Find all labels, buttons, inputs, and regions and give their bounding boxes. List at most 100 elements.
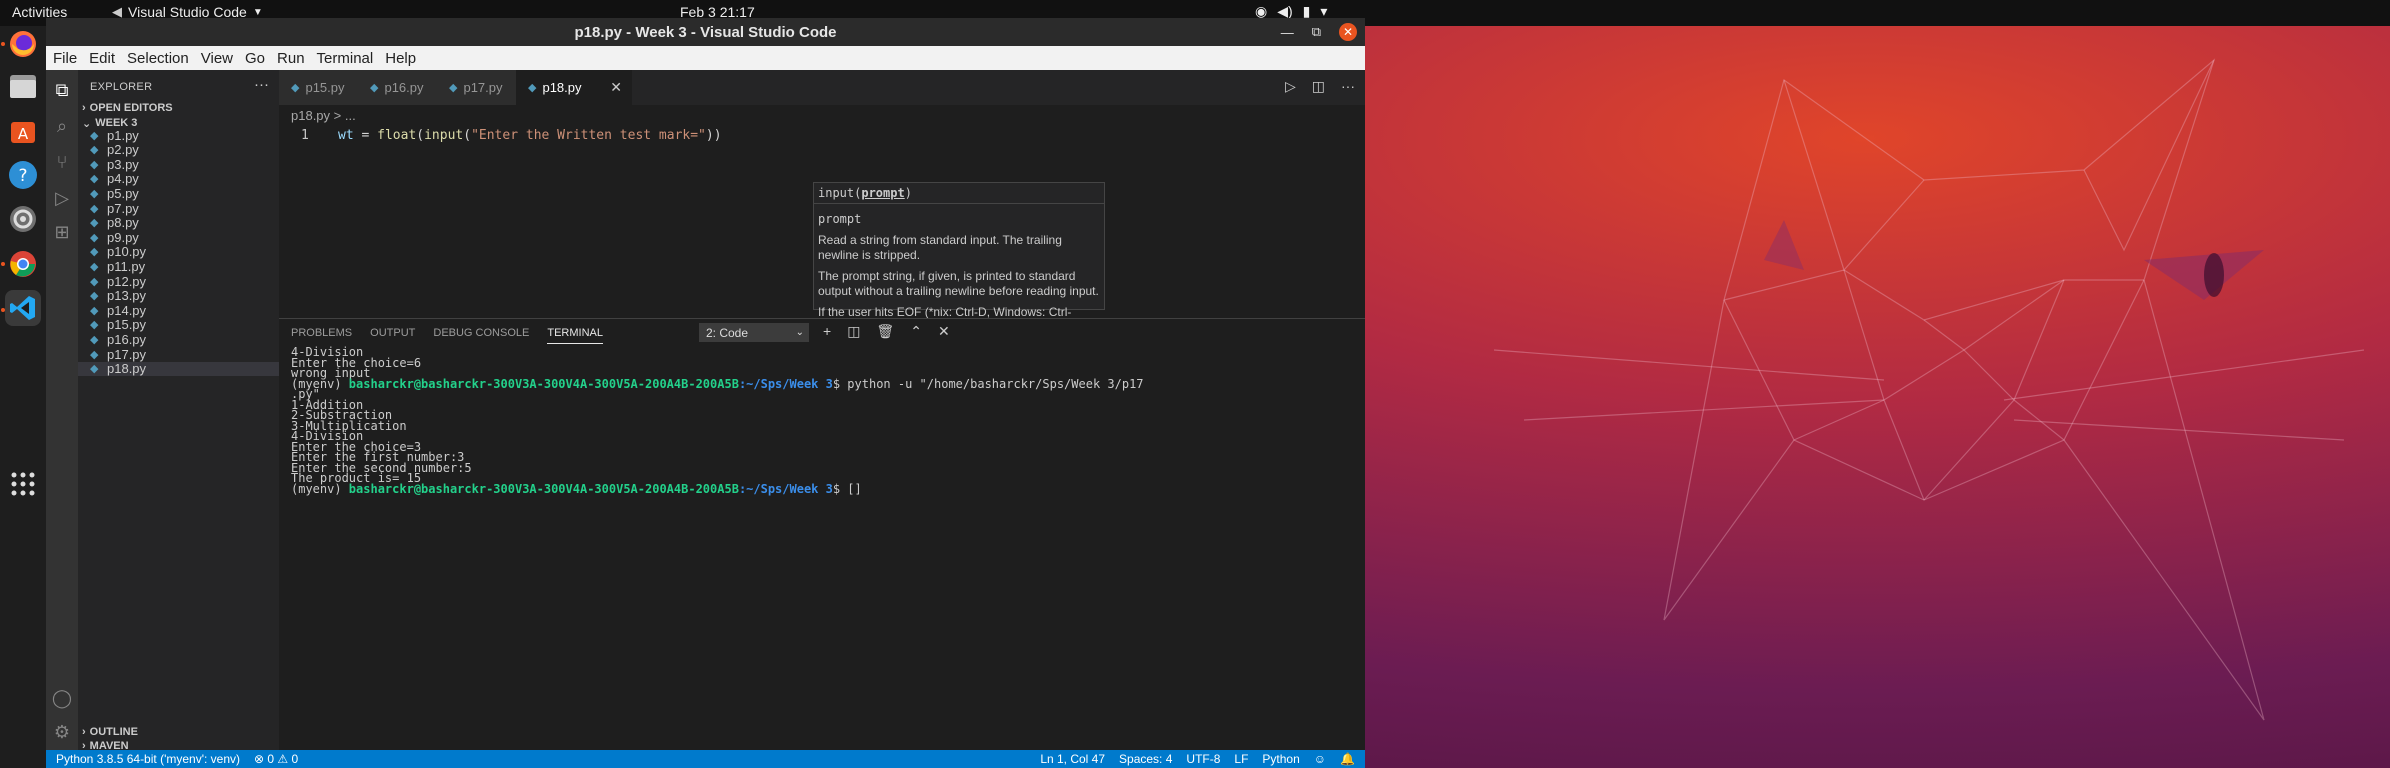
python-file-icon: ◆ bbox=[291, 82, 300, 94]
python-interpreter[interactable]: Python 3.8.5 64-bit ('myenv': venv) bbox=[56, 752, 240, 766]
file-item[interactable]: ◆ p15.py bbox=[78, 317, 279, 332]
split-terminal-icon[interactable]: ◫ bbox=[847, 323, 860, 340]
menu-run[interactable]: Run bbox=[276, 50, 306, 67]
problems-count[interactable]: ⊗ 0 ⚠ 0 bbox=[254, 752, 298, 766]
chrome-icon[interactable] bbox=[5, 246, 41, 282]
terminal-line: .py" bbox=[291, 387, 320, 401]
search-icon[interactable]: ⌕ bbox=[52, 116, 72, 136]
python-file-icon: ◆ bbox=[90, 231, 99, 244]
terminal-prompt-line: (myenv) basharckr@basharckr-300V3A-300V4… bbox=[291, 376, 1144, 391]
file-item[interactable]: ◆ p4.py bbox=[78, 171, 279, 187]
extensions-icon[interactable]: ⊞ bbox=[52, 222, 72, 242]
files-icon[interactable] bbox=[5, 68, 41, 104]
file-item[interactable]: ◆ p7.py bbox=[78, 201, 279, 216]
code-text[interactable]: wt = float(input("Enter the Written test… bbox=[338, 128, 722, 143]
close-window-button[interactable]: ✕ bbox=[1339, 23, 1357, 41]
menu-help[interactable]: Help bbox=[384, 50, 417, 67]
file-item[interactable]: ◆ p9.py bbox=[78, 230, 279, 245]
close-tab-icon[interactable]: ✕ bbox=[610, 79, 622, 96]
file-item[interactable]: ◆ p3.py bbox=[78, 156, 279, 172]
prompt-command: $ python -u "/home/basharckr/Sps/Week 3/… bbox=[832, 376, 1144, 391]
dock: A ? bbox=[0, 26, 46, 768]
menu-go[interactable]: Go bbox=[244, 50, 266, 67]
code-eq: = bbox=[353, 128, 378, 143]
menu-edit[interactable]: Edit bbox=[88, 50, 116, 67]
file-item[interactable]: ◆ p10.py bbox=[78, 244, 279, 259]
feedback-icon[interactable]: ☺ bbox=[1314, 752, 1326, 766]
breadcrumb[interactable]: p18.py > ... bbox=[291, 108, 356, 123]
indentation[interactable]: Spaces: 4 bbox=[1119, 752, 1172, 766]
accounts-icon[interactable]: ◯ bbox=[52, 688, 72, 708]
editor-actions: ▷ ◫ ··· bbox=[1285, 78, 1355, 95]
maximize-panel-icon[interactable]: ⌃ bbox=[910, 323, 922, 340]
file-label: p11.py bbox=[107, 258, 146, 274]
python-file-icon: ◆ bbox=[370, 82, 379, 94]
run-python-file-icon[interactable]: ▷ bbox=[1285, 78, 1296, 95]
close-panel-icon[interactable]: ✕ bbox=[938, 323, 950, 340]
file-item[interactable]: ◆ p14.py bbox=[78, 303, 279, 318]
terminal-output[interactable]: 4-Division Enter the choice=6 wrong input(… bbox=[291, 346, 1144, 496]
more-actions-icon[interactable]: ··· bbox=[1341, 78, 1355, 95]
prompt-env: (myenv) bbox=[291, 481, 349, 496]
menu-terminal[interactable]: Terminal bbox=[316, 50, 375, 67]
menu-selection[interactable]: Selection bbox=[126, 50, 190, 67]
file-item[interactable]: ◆ p5.py bbox=[78, 186, 279, 201]
file-item[interactable]: ◆ p2.py bbox=[78, 142, 279, 157]
run-debug-icon[interactable]: ▷ bbox=[52, 188, 72, 208]
menu-file[interactable]: File bbox=[52, 50, 78, 67]
source-control-icon[interactable]: ⑂ bbox=[52, 152, 72, 172]
python-file-icon: ◆ bbox=[90, 363, 99, 376]
notifications-icon[interactable]: 🔔 bbox=[1340, 752, 1355, 766]
tab-p18[interactable]: ◆ p18.py ✕ bbox=[516, 70, 633, 105]
file-item[interactable]: ◆ p17.py bbox=[78, 346, 279, 362]
python-file-icon: ◆ bbox=[90, 173, 99, 186]
file-item[interactable]: ◆ p18.py bbox=[78, 361, 279, 376]
kill-terminal-icon[interactable]: 🗑 bbox=[876, 323, 894, 340]
prompt-user: basharckr@basharckr-300V3A-300V4A-300V5A… bbox=[348, 376, 739, 391]
cat-wallpaper-art bbox=[1493, 58, 2364, 721]
explorer-icon[interactable]: ⧉ bbox=[52, 80, 72, 100]
encoding[interactable]: UTF-8 bbox=[1186, 752, 1220, 766]
show-applications-icon[interactable] bbox=[5, 466, 41, 502]
code-line[interactable]: 1 wt = float(input("Enter the Written te… bbox=[279, 128, 1365, 148]
language-mode[interactable]: Python bbox=[1262, 752, 1299, 766]
vscode-icon[interactable] bbox=[5, 290, 41, 326]
minimize-button[interactable]: — bbox=[1281, 25, 1294, 40]
code-paren: ( bbox=[463, 128, 472, 143]
explorer-header: EXPLORER bbox=[90, 81, 153, 93]
firefox-icon[interactable] bbox=[5, 26, 41, 62]
new-terminal-icon[interactable]: + bbox=[823, 323, 831, 340]
file-item[interactable]: ◆ p16.py bbox=[78, 331, 279, 347]
end-of-line[interactable]: LF bbox=[1234, 752, 1248, 766]
terminal-select[interactable]: 2: Code ⌄ bbox=[699, 323, 809, 342]
tab-terminal[interactable]: TERMINAL bbox=[547, 327, 603, 344]
cursor-position[interactable]: Ln 1, Col 47 bbox=[1040, 752, 1105, 766]
file-label: p4.py bbox=[107, 171, 139, 187]
file-item[interactable]: ◆ p1.py bbox=[78, 128, 279, 143]
window-titlebar[interactable]: p18.py - Week 3 - Visual Studio Code — ⧉… bbox=[46, 18, 1365, 46]
file-label: p17.py bbox=[107, 346, 147, 362]
tab-label: p16.py bbox=[384, 80, 424, 95]
menu-view[interactable]: View bbox=[200, 50, 234, 67]
file-label: p16.py bbox=[107, 331, 147, 347]
python-file-icon: ◆ bbox=[90, 260, 99, 273]
tab-problems[interactable]: PROBLEMS bbox=[291, 327, 352, 344]
help-icon[interactable]: ? bbox=[5, 157, 41, 193]
file-item[interactable]: ◆ p12.py bbox=[78, 274, 279, 289]
software-store-icon[interactable]: A bbox=[5, 112, 41, 148]
more-actions-icon[interactable]: ··· bbox=[254, 76, 269, 93]
code-float: float bbox=[377, 128, 417, 143]
sig-post: ) bbox=[904, 186, 912, 200]
file-label: p3.py bbox=[107, 156, 139, 172]
file-item[interactable]: ◆ p8.py bbox=[78, 215, 279, 230]
code-string: "Enter the Written test mark=" bbox=[471, 128, 706, 143]
file-item[interactable]: ◆ p11.py bbox=[78, 258, 279, 274]
manage-gear-icon[interactable]: ⚙ bbox=[52, 722, 72, 742]
settings-icon[interactable] bbox=[5, 201, 41, 237]
file-item[interactable]: ◆ p13.py bbox=[78, 288, 279, 303]
maximize-button[interactable]: ⧉ bbox=[1312, 24, 1321, 40]
tab-debug-console[interactable]: DEBUG CONSOLE bbox=[433, 327, 529, 344]
split-editor-icon[interactable]: ◫ bbox=[1312, 78, 1325, 95]
code-var: wt bbox=[338, 128, 354, 143]
tab-output[interactable]: OUTPUT bbox=[370, 327, 415, 344]
